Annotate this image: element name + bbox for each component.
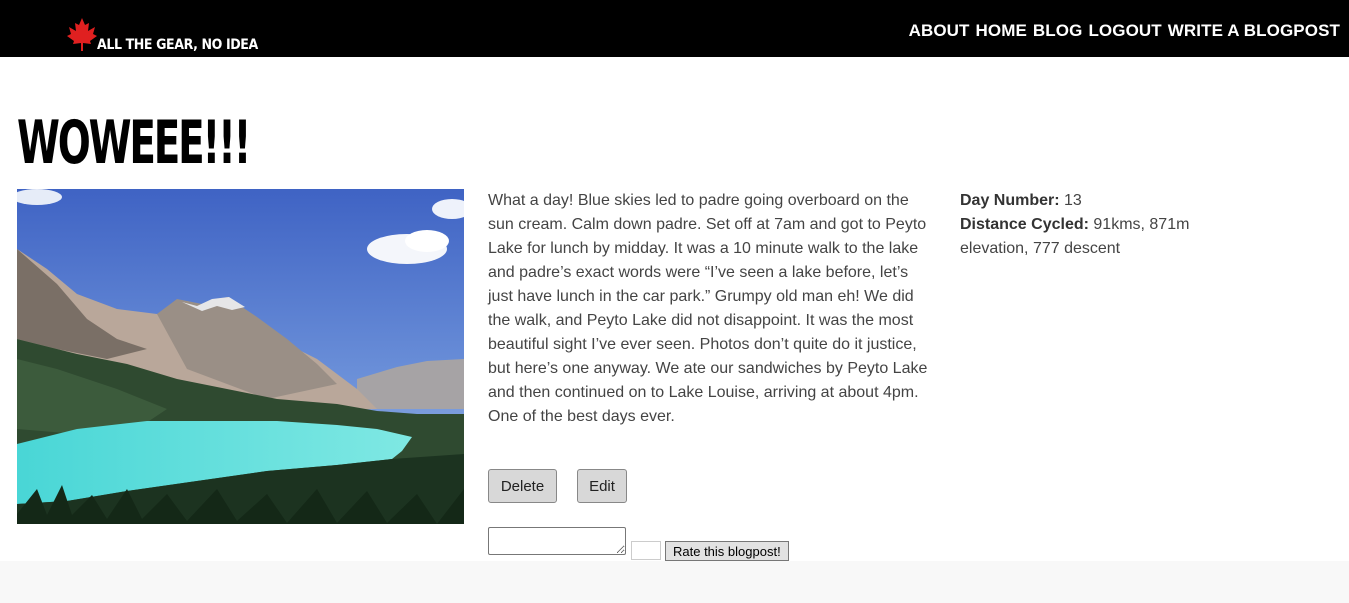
site-logo-text: ALL THE GEAR, NO IDEA [97, 37, 258, 53]
post-body: What a day! Blue skies led to padre goin… [488, 192, 928, 425]
top-navigation-bar: ALL THE GEAR, NO IDEA ABOUT HOME BLOG LO… [0, 0, 1349, 57]
main-nav: ABOUT HOME BLOG LOGOUT WRITE A BLOGPOST [909, 21, 1340, 41]
day-number-row: Day Number: 13 [960, 189, 1190, 213]
edit-button[interactable]: Edit [577, 469, 627, 503]
nav-link-home[interactable]: HOME [976, 21, 1027, 41]
day-number-label: Day Number: [960, 192, 1060, 209]
post-content: WOWEEE!!! What a day! Blue skies led to … [0, 57, 1349, 561]
peyto-lake-image [17, 189, 464, 524]
delete-button[interactable]: Delete [488, 469, 557, 503]
rate-blogpost-button[interactable]: Rate this blogpost! [665, 541, 789, 561]
post-photo [17, 189, 464, 524]
rating-comment-field[interactable] [488, 527, 626, 555]
post-stats: Day Number: 13 Distance Cycled: 91kms, 8… [960, 189, 1190, 261]
nav-link-logout[interactable]: LOGOUT [1088, 21, 1161, 41]
distance-row: Distance Cycled: 91kms, 871m elevation, … [960, 213, 1190, 261]
distance-label: Distance Cycled: [960, 216, 1089, 233]
nav-link-blog[interactable]: BLOG [1033, 21, 1083, 41]
post-title: WOWEEE!!! [17, 108, 251, 178]
nav-link-about[interactable]: ABOUT [909, 21, 970, 41]
day-number-value: 13 [1064, 192, 1082, 209]
maple-leaf-icon [67, 18, 97, 51]
rating-value-input[interactable] [631, 541, 661, 560]
nav-link-write-blogpost[interactable]: WRITE A BLOGPOST [1168, 21, 1340, 41]
